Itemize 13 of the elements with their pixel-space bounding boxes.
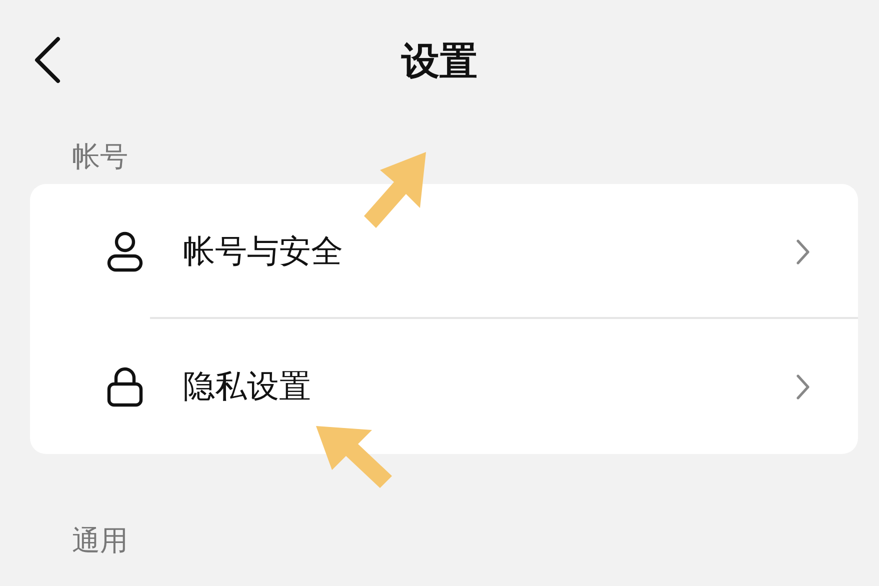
settings-row[interactable]: 隐私设置 xyxy=(30,319,858,454)
row-label: 帐号与安全 xyxy=(183,230,344,272)
person-icon xyxy=(106,230,144,272)
chevron-right-icon xyxy=(796,238,810,264)
settings-row[interactable]: 帐号与安全 xyxy=(30,184,858,319)
section-label: 帐号 xyxy=(71,139,129,175)
page-title: 设置 xyxy=(402,38,478,84)
lock-icon xyxy=(106,366,144,408)
back-icon xyxy=(32,36,62,84)
back-button[interactable] xyxy=(32,36,62,84)
section-label: 通用 xyxy=(71,523,129,559)
row-label: 隐私设置 xyxy=(183,366,312,406)
chevron-right-icon xyxy=(796,374,810,400)
